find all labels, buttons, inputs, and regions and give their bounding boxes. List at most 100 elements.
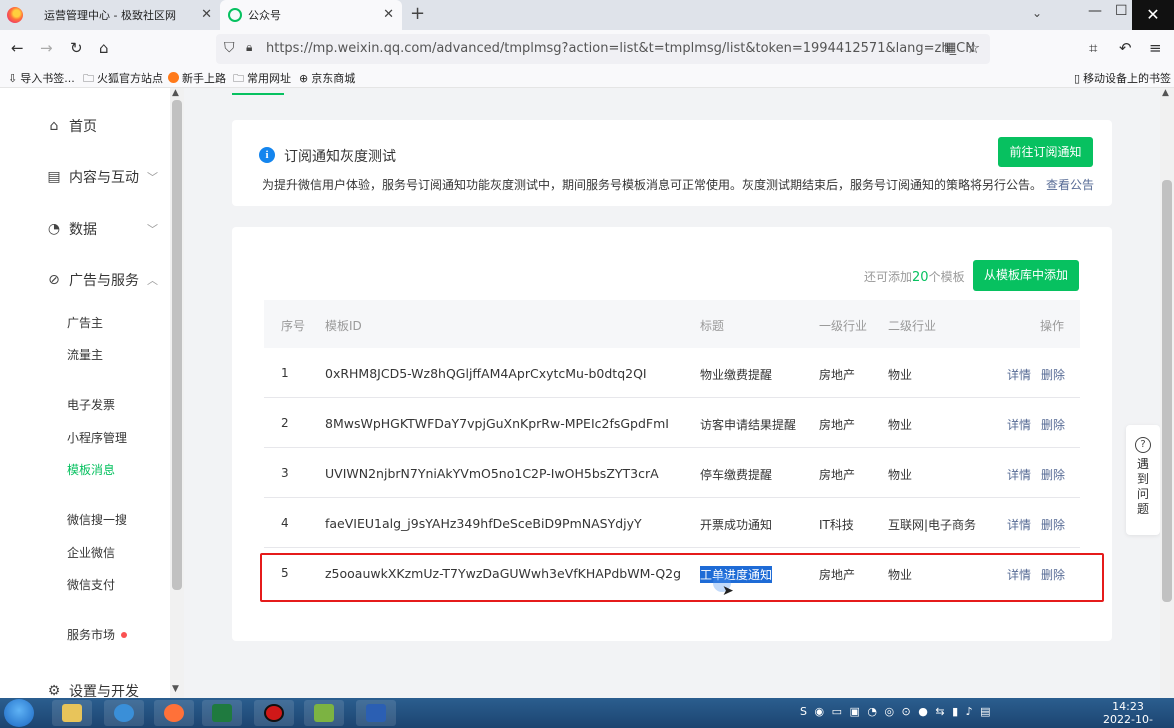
col-header-ops: 操作 bbox=[1040, 319, 1065, 333]
taskbar-recorder[interactable] bbox=[254, 700, 294, 726]
taskbar-firefox[interactable] bbox=[154, 700, 194, 726]
bookmark-star-icon[interactable]: ☆ bbox=[966, 38, 980, 57]
maximize-icon[interactable]: ☐ bbox=[1115, 3, 1128, 19]
bookmark-jd[interactable]: ⊕ 京东商城 bbox=[299, 70, 355, 86]
sidebar-subitem-wechat-pay[interactable]: 微信支付 bbox=[67, 576, 115, 593]
chevron-down-icon: ﹀ bbox=[147, 223, 158, 236]
firefox-icon bbox=[164, 704, 184, 722]
cell-no: 4 bbox=[281, 516, 289, 530]
scroll-down-icon[interactable]: ▼ bbox=[172, 684, 179, 694]
forward-icon[interactable]: → bbox=[40, 39, 53, 57]
sidebar-subitem-work-wechat[interactable]: 企业微信 bbox=[67, 544, 115, 561]
taskbar-excel[interactable] bbox=[202, 700, 242, 726]
detail-link[interactable]: 详情 bbox=[1007, 518, 1031, 532]
detail-link[interactable]: 详情 bbox=[1007, 418, 1031, 432]
bookmark-label: 导入书签... bbox=[20, 72, 75, 85]
url-bar[interactable]: ⛉ 🔒︎ https://mp.weixin.qq.com/advanced/t… bbox=[216, 34, 990, 64]
chart-icon: ◔ bbox=[47, 221, 61, 237]
bookmark-newbie[interactable]: 新手上路 bbox=[168, 70, 226, 86]
cell-template-id: UVIWN2njbrN7YniAkYVmO5no1C2P-IwOH5bsZYT3… bbox=[325, 466, 659, 481]
window-close-icon[interactable]: ✕ bbox=[1132, 0, 1174, 30]
col-header-no: 序号 bbox=[281, 319, 306, 333]
bookmark-common[interactable]: 🗀 常用网址 bbox=[233, 70, 291, 89]
sidebar-item-content[interactable]: ▤ 内容与互动 ﹀ bbox=[45, 167, 165, 187]
delete-link[interactable]: 删除 bbox=[1041, 468, 1065, 482]
notice-description: 为提升微信用户体验，服务号订阅通知功能灰度测试中，期间服务号模板消息可正常使用。… bbox=[262, 176, 1094, 193]
sidebar-subitem-wechat-search[interactable]: 微信搜一搜 bbox=[67, 511, 127, 528]
cell-no: 1 bbox=[281, 366, 289, 380]
notice-card: i 订阅通知灰度测试 为提升微信用户体验，服务号订阅通知功能灰度测试中，期间服务… bbox=[232, 120, 1112, 206]
view-announcement-link[interactable]: 查看公告 bbox=[1046, 178, 1094, 192]
close-icon[interactable]: ✕ bbox=[201, 7, 212, 22]
sidebar-subitem-service-market[interactable]: 服务市场 bbox=[67, 626, 128, 643]
start-button[interactable] bbox=[4, 699, 34, 727]
notification-dot bbox=[121, 632, 128, 638]
sidebar-item-ads-services[interactable]: ⊘ 广告与服务 ︿ bbox=[45, 270, 165, 290]
lock-icon[interactable]: 🔒︎ bbox=[246, 40, 252, 55]
chevron-down-icon[interactable]: ⌄ bbox=[1032, 6, 1042, 20]
sidebar-subitem-advertiser[interactable]: 广告主 bbox=[67, 314, 103, 331]
system-clock[interactable]: 14:23 2022-10-29 bbox=[1098, 700, 1158, 728]
browser-tab-bar: 运营管理中心 - 极致社区网 ✕ 公众号 ✕ + ⌄ — ☐ ✕ bbox=[0, 0, 1174, 30]
url-text[interactable]: https://mp.weixin.qq.com/advanced/tmplms… bbox=[266, 41, 975, 56]
bookmark-firefox-site[interactable]: 🗀 火狐官方站点 bbox=[83, 70, 163, 89]
shield-icon[interactable]: ⛉ bbox=[224, 40, 235, 56]
taskbar-word[interactable] bbox=[356, 700, 396, 726]
sidebar-item-settings[interactable]: ⚙ 设置与开发 bbox=[45, 681, 165, 698]
table-header: 序号 模板ID 标题 一级行业 二级行业 操作 bbox=[264, 300, 1080, 348]
scroll-up-icon[interactable]: ▲ bbox=[172, 88, 179, 98]
scrollbar-thumb[interactable] bbox=[172, 100, 182, 590]
folder-icon: 🗀 bbox=[83, 72, 94, 85]
notice-title: 订阅通知灰度测试 bbox=[284, 149, 396, 165]
taskbar-app-2[interactable] bbox=[104, 700, 144, 726]
sidebar-item-label: 内容与互动 bbox=[69, 170, 139, 186]
notice-text: 为提升微信用户体验，服务号订阅通知功能灰度测试中，期间服务号模板消息可正常使用。… bbox=[262, 178, 1043, 192]
app-icon bbox=[114, 704, 134, 722]
delete-link[interactable]: 删除 bbox=[1041, 518, 1065, 532]
sidebar-subitem-publisher[interactable]: 流量主 bbox=[67, 346, 103, 363]
crop-icon[interactable]: ⌗ bbox=[1089, 39, 1097, 57]
delete-link[interactable]: 删除 bbox=[1041, 418, 1065, 432]
wechat-mp-icon bbox=[228, 8, 242, 22]
home-icon[interactable]: ⌂ bbox=[99, 39, 109, 57]
scroll-up-icon[interactable]: ▲ bbox=[1162, 88, 1169, 98]
sidebar-item-home[interactable]: ⌂ 首页 bbox=[45, 116, 165, 136]
globe-icon: ⊕ bbox=[299, 72, 309, 85]
scrollbar-thumb[interactable] bbox=[1162, 180, 1172, 602]
help-floating-button[interactable]: ? 遇到问题 bbox=[1126, 425, 1160, 535]
menu-icon[interactable]: ≡ bbox=[1149, 39, 1162, 57]
chevron-up-icon: ︿ bbox=[147, 274, 158, 287]
page-scrollbar[interactable]: ▲ bbox=[1160, 88, 1174, 698]
sidebar-subitem-e-invoice[interactable]: 电子发票 bbox=[67, 396, 115, 413]
chevron-down-icon: ﹀ bbox=[147, 171, 158, 184]
delete-link[interactable]: 删除 bbox=[1041, 368, 1065, 382]
bookmark-import[interactable]: ⇩ 导入书签... bbox=[8, 70, 75, 86]
bookmark-mobile[interactable]: ▯ 移动设备上的书签 bbox=[1074, 70, 1171, 86]
clock-date: 2022-10-29 bbox=[1103, 713, 1153, 728]
firefox-logo-icon bbox=[7, 7, 23, 23]
new-tab-icon[interactable]: + bbox=[410, 3, 425, 24]
taskbar-explorer[interactable] bbox=[52, 700, 92, 726]
sidebar-item-data[interactable]: ◔ 数据 ﹀ bbox=[45, 219, 165, 239]
sidebar-subitem-template-message[interactable]: 模板消息 bbox=[67, 461, 115, 478]
sidebar-scrollbar[interactable]: ▲ ▼ bbox=[170, 88, 184, 698]
detail-link[interactable]: 详情 bbox=[1007, 368, 1031, 382]
add-from-library-button[interactable]: 从模板库中添加 bbox=[973, 260, 1079, 291]
undo-icon[interactable]: ↶ bbox=[1119, 39, 1132, 57]
goto-subscription-button[interactable]: 前往订阅通知 bbox=[998, 137, 1093, 167]
browser-tab-mp[interactable]: 公众号 ✕ bbox=[220, 0, 402, 30]
system-tray[interactable]: S ◉ ▭ ▣ ◔ ◎ ⊙ ● ⇆ ▮ ♪ ▤ bbox=[800, 705, 993, 718]
taskbar-android[interactable] bbox=[304, 700, 344, 726]
cell-industry2: 物业 bbox=[888, 418, 913, 432]
close-icon[interactable]: ✕ bbox=[383, 7, 394, 22]
reload-icon[interactable]: ↻ bbox=[70, 39, 83, 57]
question-icon: ? bbox=[1135, 437, 1151, 453]
minimize-icon[interactable]: — bbox=[1088, 3, 1102, 19]
record-icon bbox=[264, 704, 284, 722]
bookmark-label: 新手上路 bbox=[182, 72, 226, 85]
qr-code-icon[interactable]: ▦ bbox=[944, 40, 956, 55]
browser-tab-ops[interactable]: 运营管理中心 - 极致社区网 ✕ bbox=[30, 0, 220, 30]
back-icon[interactable]: ← bbox=[11, 39, 24, 57]
sidebar-subitem-miniprogram[interactable]: 小程序管理 bbox=[67, 429, 127, 446]
detail-link[interactable]: 详情 bbox=[1007, 468, 1031, 482]
